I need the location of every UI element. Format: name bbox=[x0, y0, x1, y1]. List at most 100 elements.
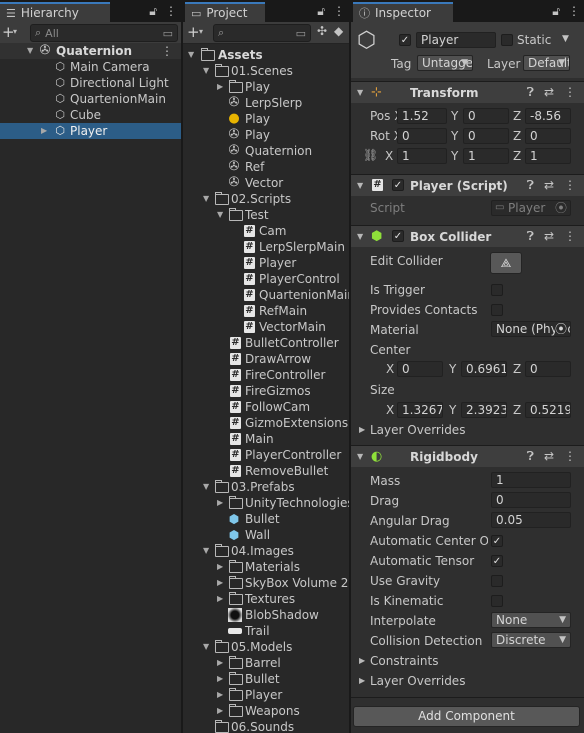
script-row[interactable]: # QuartenionMain bbox=[183, 287, 349, 303]
script-row[interactable]: # DrawArrow bbox=[183, 351, 349, 367]
tag-dropdown[interactable]: Untagged▼ bbox=[417, 55, 473, 71]
expand-arrow-icon[interactable]: ▶ bbox=[217, 495, 223, 511]
script-row[interactable]: # GizmoExtensions bbox=[183, 415, 349, 431]
hierarchy-item[interactable]: ⬡ QuartenionMain bbox=[0, 91, 181, 107]
presets-icon[interactable]: ⇄ bbox=[544, 449, 554, 464]
expand-arrow-icon[interactable]: ▼ bbox=[203, 479, 209, 495]
expand-arrow-icon[interactable]: ▼ bbox=[203, 63, 209, 79]
collapse-arrow-icon[interactable]: ▼ bbox=[357, 181, 363, 190]
object-picker-icon[interactable]: ⦿ bbox=[554, 322, 567, 336]
link-scale-icon[interactable]: ⛓ bbox=[363, 148, 378, 162]
use-gravity-checkbox[interactable] bbox=[491, 575, 503, 587]
expand-arrow-icon[interactable]: ▶ bbox=[217, 687, 223, 703]
center-z-field[interactable]: 0 bbox=[525, 361, 571, 377]
expand-arrow-icon[interactable]: ▶ bbox=[41, 123, 47, 139]
expand-arrow-icon[interactable]: ▼ bbox=[203, 191, 209, 207]
script-row[interactable]: # Main bbox=[183, 431, 349, 447]
folder-row[interactable]: ▶ SkyBox Volume 2 bbox=[183, 575, 349, 591]
constraints-foldout[interactable]: Constraints bbox=[370, 653, 438, 669]
transform-header[interactable]: ▼ ⊹ Transform ❓︎ ⇄ ⋮ bbox=[351, 81, 584, 103]
hierarchy-tab[interactable]: ☰ Hierarchy bbox=[0, 2, 110, 22]
expand-arrow-icon[interactable]: ▶ bbox=[217, 575, 223, 591]
expand-arrow-icon[interactable]: ▶ bbox=[217, 703, 223, 719]
object-name-field[interactable]: Player bbox=[416, 32, 496, 48]
expand-arrow-icon[interactable]: ▼ bbox=[188, 47, 194, 63]
add-dropdown-icon[interactable]: ▾ bbox=[199, 27, 203, 36]
script-row[interactable]: # RefMain bbox=[183, 303, 349, 319]
script-row[interactable]: # PlayerControl bbox=[183, 271, 349, 287]
auto-center-of-mass-checkbox[interactable]: ✓ bbox=[491, 535, 503, 547]
scale-x-field[interactable]: 1 bbox=[397, 148, 447, 164]
mass-field[interactable]: 1 bbox=[491, 472, 571, 488]
scene-asset-row[interactable]: ✇ Play bbox=[183, 127, 349, 143]
folder-row[interactable]: 06.Sounds bbox=[183, 719, 349, 733]
box-collider-header[interactable]: ▼ ⬢ ✓ Box Collider ❓︎ ⇄ ⋮ bbox=[351, 225, 584, 247]
expand-arrow-icon[interactable]: ▶ bbox=[217, 655, 223, 671]
size-z-field[interactable]: 0.5219 bbox=[525, 402, 571, 418]
prefab-row[interactable]: ⬢ Wall bbox=[183, 527, 349, 543]
edit-collider-button[interactable]: ⟁ bbox=[490, 252, 522, 274]
script-row[interactable]: # FireGizmos bbox=[183, 383, 349, 399]
folder-row[interactable]: ▼ 02.Scripts bbox=[183, 191, 349, 207]
folder-row[interactable]: ▶ UnityTechnologies bbox=[183, 495, 349, 511]
presets-icon[interactable]: ⇄ bbox=[544, 178, 554, 193]
hierarchy-item[interactable]: ⬡ Directional Light bbox=[0, 75, 181, 91]
position-z-field[interactable]: -8.56 bbox=[525, 108, 571, 124]
layer-overrides-foldout[interactable]: Layer Overrides bbox=[370, 673, 465, 689]
hierarchy-item[interactable]: ⬡ Main Camera bbox=[0, 59, 181, 75]
static-checkbox[interactable] bbox=[501, 34, 513, 46]
expand-arrow-icon[interactable]: ▶ bbox=[217, 671, 223, 687]
expand-arrow-icon[interactable]: ▶ bbox=[217, 79, 223, 95]
rotation-z-field[interactable]: 0 bbox=[525, 128, 571, 144]
presets-icon[interactable]: ⇄ bbox=[544, 229, 554, 244]
scale-y-field[interactable]: 1 bbox=[463, 148, 509, 164]
texture-row[interactable]: BlobShadow bbox=[183, 607, 349, 623]
script-row[interactable]: # Player bbox=[183, 255, 349, 271]
folder-row[interactable]: ▶ Barrel bbox=[183, 655, 349, 671]
scene-asset-row[interactable]: ✇ Ref bbox=[183, 159, 349, 175]
add-component-button[interactable]: Add Component bbox=[353, 706, 580, 727]
collapse-arrow-icon[interactable]: ▼ bbox=[357, 88, 363, 97]
expand-arrow-icon[interactable]: ▼ bbox=[203, 639, 209, 655]
player-script-header[interactable]: ▼ # ✓ Player (Script) ❓︎ ⇄ ⋮ bbox=[351, 174, 584, 196]
add-dropdown-icon[interactable]: ▾ bbox=[13, 27, 17, 36]
scene-asset-row[interactable]: ● Play bbox=[183, 111, 349, 127]
is-kinematic-checkbox[interactable] bbox=[491, 595, 503, 607]
lock-icon[interactable]: 🔓︎ bbox=[149, 4, 157, 19]
collapse-arrow-icon[interactable]: ▼ bbox=[357, 232, 363, 241]
project-search-input[interactable]: ⌕ ▭ bbox=[213, 24, 311, 42]
filter-by-type-icon[interactable]: ✣ bbox=[317, 24, 327, 38]
collision-detection-dropdown[interactable]: Discrete ▼ bbox=[491, 632, 571, 648]
folder-row[interactable]: ▶ Bullet bbox=[183, 671, 349, 687]
provides-contacts-checkbox[interactable] bbox=[491, 304, 503, 316]
search-filter-icon[interactable]: ▭ bbox=[163, 27, 173, 40]
collapse-arrow-icon[interactable]: ▼ bbox=[357, 452, 363, 461]
inspector-tab[interactable]: ⓘ Inspector bbox=[353, 2, 453, 22]
script-row[interactable]: # VectorMain bbox=[183, 319, 349, 335]
filter-by-label-icon[interactable]: ◆ bbox=[334, 24, 343, 38]
component-more-icon[interactable]: ⋮ bbox=[564, 85, 576, 100]
more-options-icon[interactable]: ⋮ bbox=[568, 4, 580, 19]
help-icon[interactable]: ❓︎ bbox=[527, 449, 534, 464]
expand-arrow-icon[interactable]: ▶ bbox=[217, 591, 223, 607]
center-y-field[interactable]: 0.6961 bbox=[461, 361, 507, 377]
help-icon[interactable]: ❓︎ bbox=[527, 85, 534, 100]
position-x-field[interactable]: 1.52 bbox=[397, 108, 447, 124]
project-tab[interactable]: ▭ Project bbox=[185, 2, 265, 22]
component-more-icon[interactable]: ⋮ bbox=[564, 449, 576, 464]
scale-z-field[interactable]: 1 bbox=[525, 148, 571, 164]
scene-asset-row[interactable]: ✇ LerpSlerp bbox=[183, 95, 349, 111]
hierarchy-item[interactable]: ⬡ Cube bbox=[0, 107, 181, 123]
angular-drag-field[interactable]: 0.05 bbox=[491, 512, 571, 528]
folder-row[interactable]: ▼ Test bbox=[183, 207, 349, 223]
size-x-field[interactable]: 1.3267 bbox=[397, 402, 443, 418]
scene-asset-row[interactable]: ✇ Vector bbox=[183, 175, 349, 191]
folder-row[interactable]: ▼ 04.Images bbox=[183, 543, 349, 559]
scene-asset-row[interactable]: ✇ Quaternion bbox=[183, 143, 349, 159]
expand-arrow-icon[interactable]: ▼ bbox=[203, 543, 209, 559]
component-enabled-checkbox[interactable]: ✓ bbox=[392, 230, 404, 242]
help-icon[interactable]: ❓︎ bbox=[527, 178, 534, 193]
script-row[interactable]: # PlayerController bbox=[183, 447, 349, 463]
script-row[interactable]: # FollowCam bbox=[183, 399, 349, 415]
presets-icon[interactable]: ⇄ bbox=[544, 85, 554, 100]
